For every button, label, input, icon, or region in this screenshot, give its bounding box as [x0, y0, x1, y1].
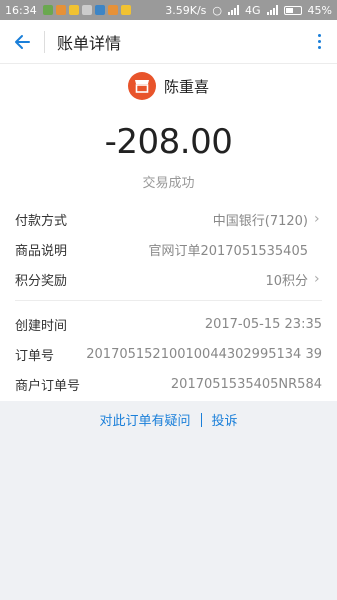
app-notification-icon — [42, 5, 53, 15]
meta-value: 2017-05-15 23:35 — [204, 316, 322, 332]
detail-value: 官网订单2017051535405 — [148, 243, 308, 259]
network-speed: 3.59K/s — [165, 3, 207, 17]
section-divider — [15, 300, 322, 301]
app-notification-icon — [68, 5, 79, 15]
meta-row-order-number: 订单号 20170515210010044302995134 39 — [15, 339, 322, 369]
transaction-status: 交易成功 — [142, 176, 195, 191]
more-options-icon[interactable] — [301, 20, 337, 64]
chevron-right-icon: › — [314, 271, 320, 287]
detail-row-product-description: 商品说明 官网订单2017051535405 — [15, 234, 322, 264]
meta-label: 商户订单号 — [15, 378, 81, 394]
notification-icons — [42, 5, 131, 15]
battery-percent: 45% — [307, 3, 332, 17]
detail-label: 商品说明 — [15, 243, 68, 259]
footer-links: 对此订单有疑问 投诉 — [0, 410, 337, 429]
cell-signal-icon — [266, 5, 278, 15]
meta-value: 20170515210010044302995134 39 — [86, 346, 322, 362]
shop-icon — [127, 72, 156, 100]
detail-label: 付款方式 — [15, 213, 68, 229]
app-notification-icon — [120, 5, 131, 15]
battery-icon — [283, 5, 302, 15]
detail-label: 积分奖励 — [15, 273, 68, 289]
detail-value: 10积分 — [265, 273, 308, 289]
page-title: 账单详情 — [57, 33, 122, 53]
chevron-right-icon: › — [314, 211, 320, 227]
wifi-signal-icon — [228, 5, 240, 15]
detail-row-payment-method[interactable]: 付款方式 中国银行(7120) › — [15, 204, 322, 234]
bill-detail-card: 陈重喜 -208.00 交易成功 付款方式 中国银行(7120) › 商品说明 … — [0, 64, 337, 401]
merchant-name: 陈重喜 — [163, 77, 209, 96]
detail-value: 中国银行(7120) — [212, 213, 308, 229]
meta-label: 创建时间 — [15, 318, 68, 334]
link-separator — [200, 412, 202, 427]
app-notification-icon — [55, 5, 66, 15]
app-notification-icon — [94, 5, 105, 15]
back-arrow-icon[interactable] — [0, 20, 44, 64]
header-divider — [44, 30, 45, 53]
complain-link[interactable]: 投诉 — [212, 410, 238, 429]
meta-value: 2017051535405NR584 — [170, 376, 322, 392]
network-type: 4G — [245, 3, 261, 17]
sync-icon: ○ — [212, 3, 223, 17]
meta-label: 订单号 — [15, 348, 55, 364]
status-bar: 16:34 3.59K/s ○ 4G 45% — [0, 0, 337, 20]
app-notification-icon — [81, 5, 92, 15]
transaction-amount: -208.00 — [104, 122, 233, 162]
detail-row-points-reward[interactable]: 积分奖励 10积分 › — [15, 264, 322, 294]
meta-row-merchant-order-number: 商户订单号 2017051535405NR584 — [15, 369, 322, 399]
app-notification-icon — [107, 5, 118, 15]
app-header: 账单详情 — [0, 20, 337, 64]
merchant-info: 陈重喜 — [0, 72, 337, 100]
status-time: 16:34 — [5, 3, 37, 17]
order-question-link[interactable]: 对此订单有疑问 — [99, 410, 190, 429]
meta-row-created-time: 创建时间 2017-05-15 23:35 — [15, 309, 322, 339]
